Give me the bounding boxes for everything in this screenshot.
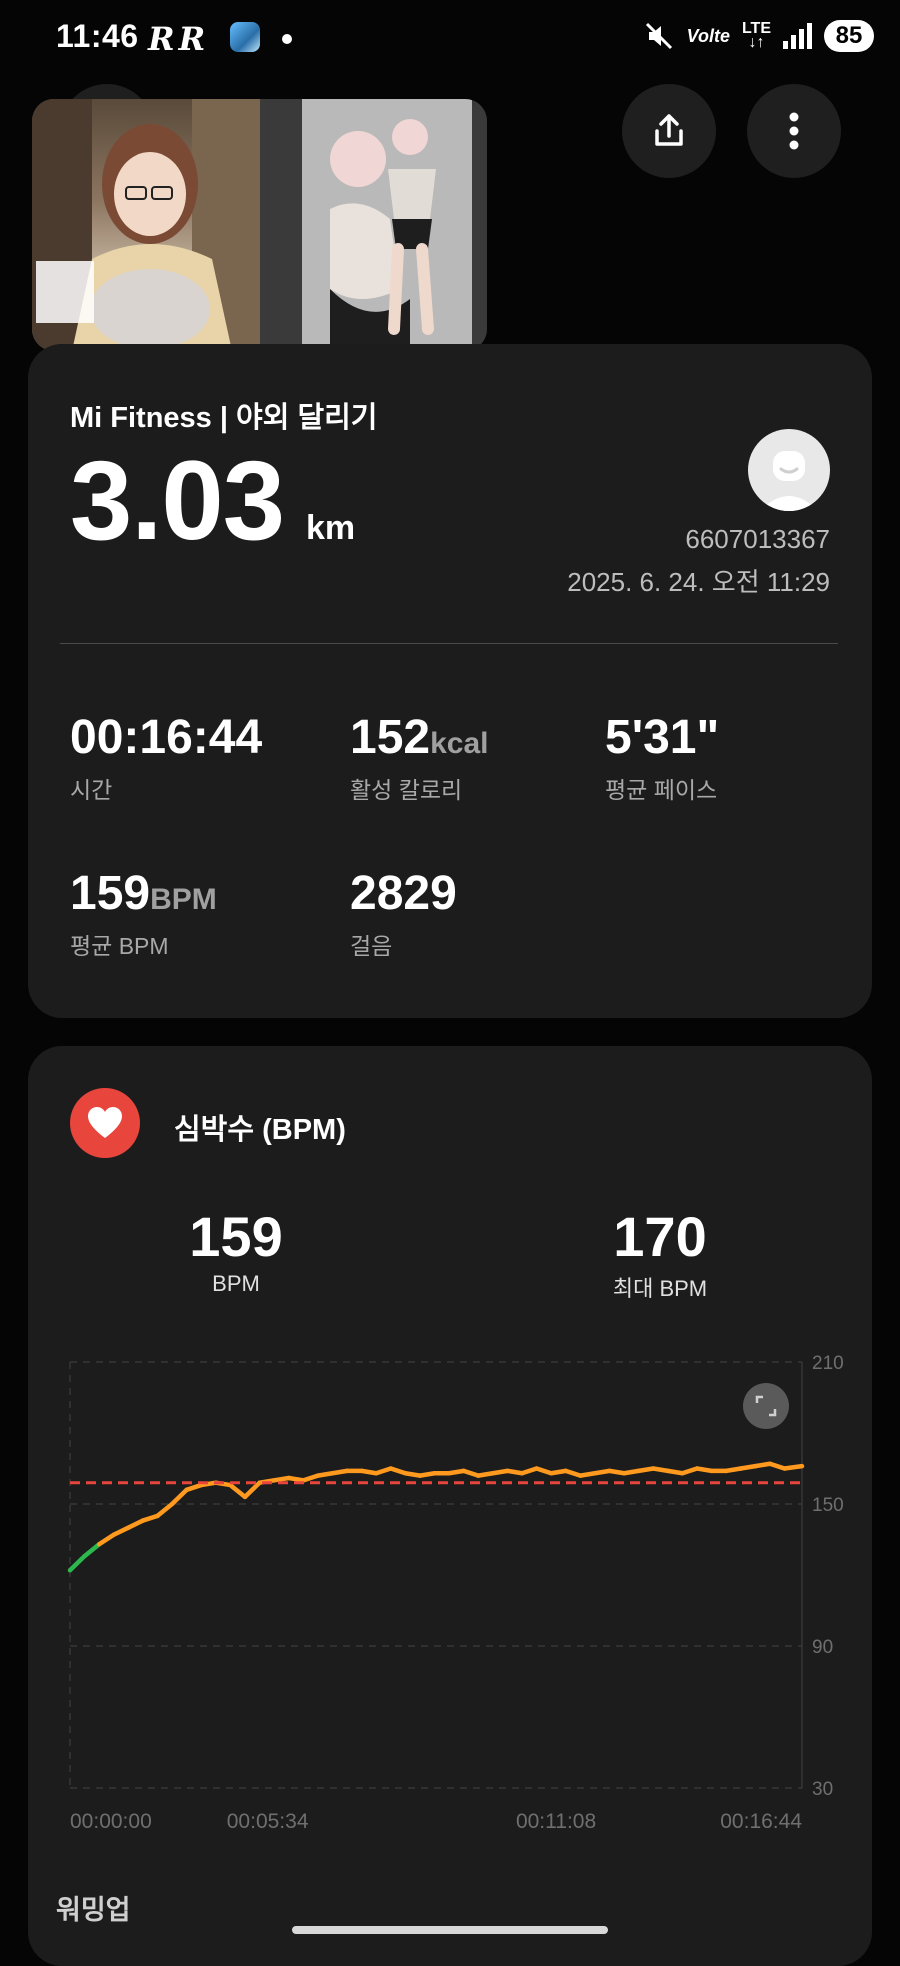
user-avatar-icon [760, 451, 818, 511]
heart-rate-line-segment [461, 1468, 481, 1478]
distance-value: 3.03 [70, 438, 285, 563]
heart-rate-line-segment [82, 1541, 102, 1559]
stat-average-bpm: 159BPM 평균 BPM [70, 867, 217, 959]
y-tick-label: 210 [812, 1353, 844, 1374]
heart-rate-line-segment [126, 1518, 146, 1530]
heart-rate-line-segment [228, 1482, 248, 1500]
more-options-button[interactable] [747, 84, 841, 178]
y-tick-label: 90 [812, 1637, 833, 1658]
notification-r-icon: R [148, 20, 175, 58]
heart-rate-line-segment [155, 1501, 175, 1519]
heart-rate-chart: 210 150 90 30 00:00:00 00:05:34 00:11:08 00:16:… [67, 1353, 844, 1833]
heart-rate-line-segment [563, 1468, 583, 1478]
heart-rate-line-segment [169, 1487, 189, 1507]
heart-rate-line-segment [111, 1525, 131, 1538]
more-notifications-dot [282, 34, 292, 44]
picture-in-picture-video[interactable] [32, 99, 487, 351]
heart-rate-line-segment [301, 1473, 321, 1483]
heart-rate-line-segment [782, 1463, 805, 1471]
x-tick-label: 00:05:34 [227, 1810, 309, 1833]
signal-icon [783, 23, 812, 49]
distance-unit: km [305, 509, 356, 547]
status-time: 11:46 [56, 18, 139, 54]
heart-rate-line-segment [767, 1461, 787, 1471]
illustration-image [330, 119, 436, 344]
user-id: 6607013367 [685, 524, 830, 554]
stat-label: 활성 칼로리 [350, 777, 463, 803]
y-tick-label: 150 [812, 1495, 844, 1516]
heart-rate-line-segment [67, 1553, 87, 1573]
heart-rate-line-segment [519, 1466, 539, 1476]
video-frame-left [32, 99, 260, 351]
x-tick-label: 00:16:44 [720, 1810, 802, 1833]
workout-datetime: 2025. 6. 24. 오전 11:29 [567, 567, 830, 597]
status-bar: 11:46 RR Volte LTE ↓↑ 85 [0, 0, 900, 80]
heart-rate-card: 심박수 (BPM) 159 BPM 170 최대 BPM 210 150 90 30 0… [28, 1046, 872, 1966]
lte-icon: LTE ↓↑ [741, 20, 771, 51]
heart-rate-line-segment [373, 1466, 394, 1476]
stat-label: 평균 BPM [70, 933, 169, 959]
illustration-image [32, 99, 260, 351]
stat-average-pace: 5'31" 평균 페이스 [605, 711, 720, 803]
heart-rate-line-segment [388, 1466, 408, 1476]
y-tick-label: 30 [812, 1779, 833, 1800]
heart-rate-line-segment [140, 1513, 160, 1523]
heart-rate-line-segment [184, 1482, 204, 1493]
heart-rate-line-segment [96, 1532, 116, 1547]
heart-rate-line-segment [534, 1466, 554, 1476]
divider [60, 643, 838, 644]
stat-active-calories: 152kcal 활성 칼로리 [350, 711, 489, 803]
stat-label: 걸음 [350, 933, 393, 959]
workout-title: Mi Fitness | 야외 달리기 [70, 402, 378, 434]
stat-duration: 00:16:44 시간 [70, 711, 263, 803]
heart-rate-line-segment [680, 1466, 700, 1476]
x-tick-label: 00:11:08 [516, 1810, 596, 1833]
avatar[interactable] [748, 429, 830, 511]
heart-rate-line-segment [242, 1480, 262, 1500]
stat-steps: 2829 걸음 [350, 867, 457, 959]
more-vertical-icon [789, 112, 799, 150]
stat-label: 평균 페이스 [605, 777, 718, 803]
workout-summary-card: Mi Fitness | 야외 달리기 3.03 km 6607013367 2… [28, 344, 872, 1018]
fullscreen-button[interactable] [743, 1383, 789, 1429]
video-frame-right [260, 99, 487, 351]
x-tick-label: 00:00:00 [70, 1810, 152, 1833]
distance: 3.03 km [70, 436, 355, 565]
notification-icons: RR [148, 20, 209, 58]
expand-icon [755, 1395, 777, 1417]
app-notification-icon [230, 22, 260, 52]
mute-icon [645, 22, 672, 50]
home-indicator[interactable] [292, 1926, 608, 1934]
stat-label: 시간 [70, 777, 113, 803]
volte-icon: Volte [686, 25, 730, 46]
notification-r-icon: R [178, 20, 206, 58]
battery-indicator: 85 [824, 20, 874, 52]
share-button[interactable] [622, 84, 716, 178]
section-heading-warmup: 워밍업 [56, 1895, 131, 1925]
share-icon [655, 114, 683, 146]
